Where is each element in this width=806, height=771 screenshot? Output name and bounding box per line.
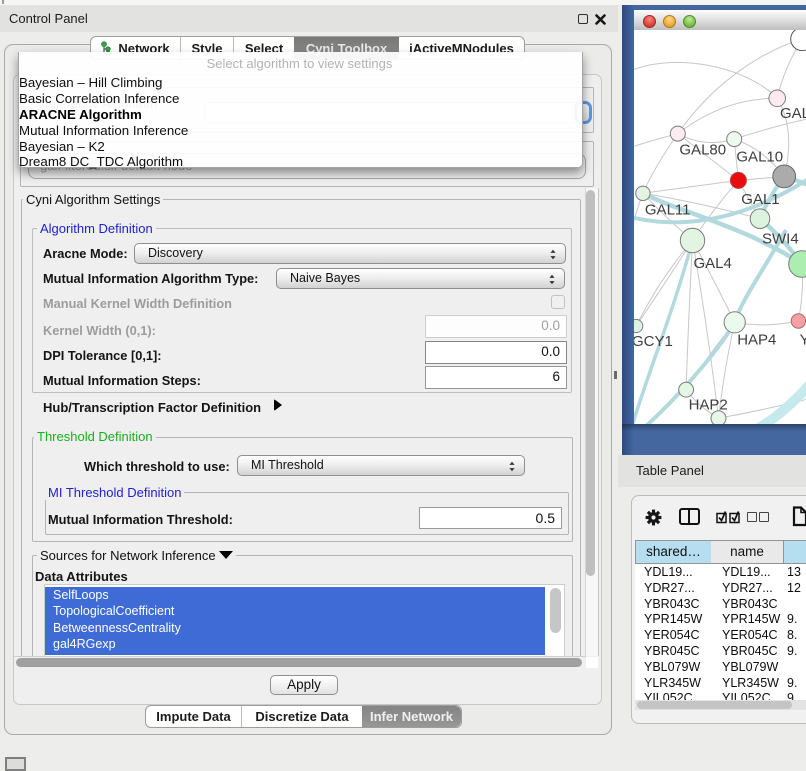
svg-text:GAL: GAL [780, 105, 806, 122]
svg-text:GAL1: GAL1 [741, 191, 779, 208]
svg-text:GAL10: GAL10 [736, 148, 783, 165]
svg-text:GAL4: GAL4 [694, 255, 732, 272]
svg-text:Y: Y [800, 332, 806, 349]
svg-text:SWI4: SWI4 [762, 230, 799, 247]
svg-text:HAP4: HAP4 [737, 332, 776, 349]
svg-text:GAL80: GAL80 [679, 141, 726, 158]
svg-text:HAP2: HAP2 [689, 397, 728, 414]
svg-text:GAL11: GAL11 [645, 201, 691, 218]
svg-text:GCY1: GCY1 [634, 333, 673, 350]
